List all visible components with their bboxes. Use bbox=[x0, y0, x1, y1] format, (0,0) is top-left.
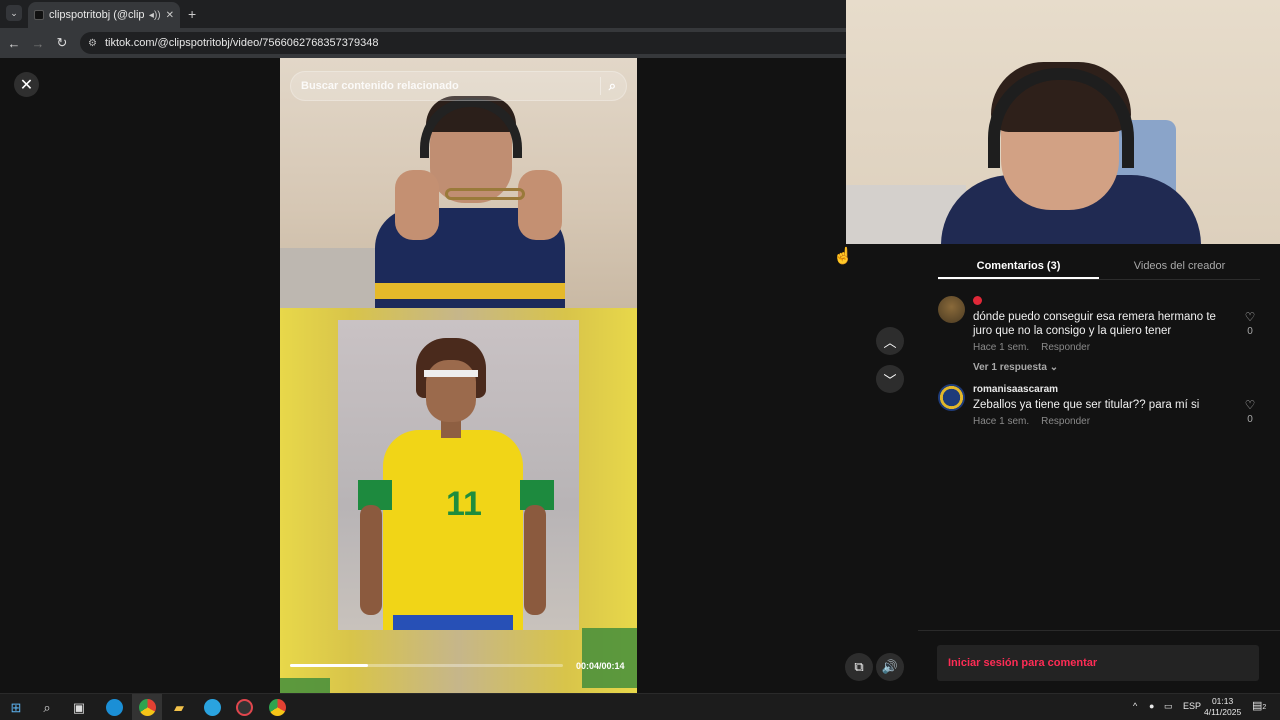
clock[interactable]: 01:13 4/11/2025 bbox=[1204, 696, 1241, 718]
tab-search-button[interactable]: ⌄ bbox=[6, 5, 22, 21]
chevron-down-icon: ﹀ bbox=[883, 372, 897, 388]
headband bbox=[424, 370, 478, 377]
address-toolbar: ← → ↻ ⚙ tiktok.com/@clipspotritobj/video… bbox=[0, 28, 846, 58]
new-tab-button[interactable]: + bbox=[188, 6, 196, 22]
comment-meta: Hace 1 sem. Responder bbox=[973, 342, 1238, 353]
notification-count: 2 bbox=[1262, 704, 1267, 711]
network-icon[interactable]: ▭ bbox=[1164, 701, 1173, 712]
panel-tabs: Comentarios (3) Videos del creador bbox=[938, 244, 1260, 280]
like-count: 0 bbox=[1247, 414, 1253, 425]
edge-icon[interactable] bbox=[106, 699, 123, 716]
like-button[interactable]: ♡ 0 bbox=[1240, 310, 1260, 337]
address-bar[interactable]: ⚙ tiktok.com/@clipspotritobj/video/75660… bbox=[80, 32, 846, 54]
view-replies-label: Ver 1 respuesta bbox=[973, 362, 1047, 373]
speaker-icon[interactable]: ◂)) bbox=[149, 10, 161, 21]
comment-body: dónde puedo conseguir esa remera hermano… bbox=[973, 296, 1238, 373]
telegram-icon[interactable] bbox=[204, 699, 221, 716]
left-hand bbox=[395, 170, 439, 240]
video-player[interactable]: 11 Buscar contenido relacionado ⌕ 00:04/… bbox=[280, 58, 637, 693]
clock-date: 4/11/2025 bbox=[1204, 707, 1242, 717]
arm-right bbox=[524, 505, 546, 615]
chevron-up-icon: ︿ bbox=[883, 334, 897, 350]
webcam-overlay bbox=[846, 0, 1280, 244]
volume-button[interactable]: 🔊 bbox=[876, 653, 904, 681]
search-divider bbox=[599, 77, 601, 95]
chrome-profile-icon[interactable] bbox=[269, 699, 286, 716]
notifications-icon[interactable]: ▤2 bbox=[1252, 699, 1266, 712]
chevron-down-icon: ⌄ bbox=[1049, 362, 1059, 373]
avatar[interactable] bbox=[938, 384, 965, 411]
comment-time: Hace 1 sem. bbox=[973, 342, 1030, 353]
tab-creator-videos[interactable]: Videos del creador bbox=[1099, 244, 1260, 279]
comment-text: dónde puedo conseguir esa remera hermano… bbox=[973, 311, 1216, 337]
browser-tab-bar: ⌄ clipspotritobj (@clipspotrit ◂)) ✕ + bbox=[0, 0, 846, 28]
tab-comments[interactable]: Comentarios (3) bbox=[938, 244, 1099, 279]
tiktok-favicon-icon bbox=[34, 10, 44, 20]
brazil-shirt bbox=[383, 430, 523, 630]
task-view-icon[interactable]: ▣ bbox=[68, 698, 90, 718]
player-shorts bbox=[393, 615, 513, 630]
site-info-icon[interactable]: ⚙ bbox=[88, 38, 97, 49]
comment-login-bar: Iniciar sesión para comentar bbox=[918, 630, 1280, 693]
user-badge-icon bbox=[973, 296, 982, 305]
blurred-sleeve-right bbox=[582, 628, 637, 688]
float-player-button[interactable]: ⧉ bbox=[845, 653, 873, 681]
language-indicator[interactable]: ESP bbox=[1183, 701, 1201, 711]
heart-icon: ♡ bbox=[1244, 310, 1256, 324]
progress-bar[interactable] bbox=[290, 664, 563, 667]
volume-icon: 🔊 bbox=[881, 659, 899, 674]
blurred-sleeve-left bbox=[280, 678, 330, 693]
url-text: tiktok.com/@clipspotritobj/video/7566062… bbox=[104, 37, 379, 49]
comment-username[interactable]: romanisaascaram bbox=[973, 384, 1238, 397]
comment-time: Hace 1 sem. bbox=[973, 416, 1030, 427]
microphone-icon[interactable]: ● bbox=[1149, 701, 1154, 711]
login-to-comment-button[interactable]: Iniciar sesión para comentar bbox=[937, 645, 1259, 681]
right-hand bbox=[518, 170, 562, 240]
like-count: 0 bbox=[1247, 326, 1253, 337]
shirt-stripe bbox=[375, 283, 565, 299]
glasses bbox=[445, 188, 525, 200]
avatar[interactable] bbox=[938, 296, 965, 323]
reload-icon[interactable]: ↻ bbox=[50, 35, 74, 51]
search-icon[interactable]: ⌕ bbox=[36, 698, 58, 718]
video-time: 00:04/00:14 bbox=[576, 661, 625, 671]
forward-icon[interactable]: → bbox=[26, 36, 50, 51]
screen: ⌄ clipspotritobj (@clipspotrit ◂)) ✕ + ←… bbox=[0, 0, 1280, 720]
chrome-icon[interactable] bbox=[139, 699, 156, 716]
hand-cursor-icon: ☝ bbox=[833, 248, 853, 265]
tab-title: clipspotritobj (@clipspotrit bbox=[49, 9, 144, 21]
windows-taskbar: ⊞ ⌕ ▣ ▰ ^ ● ▭ ESP 01:13 4/11/2025 ▤2 bbox=[0, 693, 1280, 720]
file-explorer-icon[interactable]: ▰ bbox=[168, 698, 190, 718]
comment-meta: Hace 1 sem. Responder bbox=[973, 416, 1238, 427]
player-photo: 11 bbox=[338, 320, 579, 630]
mini-player-icon: ⧉ bbox=[854, 659, 864, 674]
progress-fill bbox=[290, 664, 368, 667]
back-icon[interactable]: ← bbox=[2, 36, 26, 51]
search-icon[interactable]: ⌕ bbox=[609, 78, 616, 94]
arm-left bbox=[360, 505, 382, 615]
close-tab-icon[interactable]: ✕ bbox=[166, 10, 174, 21]
heart-icon: ♡ bbox=[1244, 398, 1256, 412]
next-video-button[interactable]: ﹀ bbox=[876, 365, 904, 393]
like-button[interactable]: ♡ 0 bbox=[1240, 398, 1260, 425]
jersey-number: 11 bbox=[446, 485, 482, 523]
chevron-up-icon[interactable]: ^ bbox=[1133, 701, 1137, 711]
search-placeholder: Buscar contenido relacionado bbox=[301, 80, 459, 92]
reply-button[interactable]: Responder bbox=[1041, 416, 1090, 427]
comments-panel: Comentarios (3) Videos del creador dónde… bbox=[918, 244, 1280, 693]
comment-text: Zeballos ya tiene que ser titular?? para… bbox=[973, 399, 1200, 411]
browser-tab[interactable]: clipspotritobj (@clipspotrit ◂)) ✕ bbox=[28, 2, 180, 28]
reply-button[interactable]: Responder bbox=[1041, 342, 1090, 353]
windows-start-icon[interactable]: ⊞ bbox=[5, 698, 27, 718]
view-replies-button[interactable]: Ver 1 respuesta ⌄ bbox=[973, 362, 1238, 373]
obs-icon[interactable] bbox=[236, 699, 253, 716]
comment-body: romanisaascaram Zeballos ya tiene que se… bbox=[973, 384, 1238, 427]
related-search-input[interactable]: Buscar contenido relacionado ⌕ bbox=[290, 71, 627, 101]
comment-user[interactable] bbox=[973, 296, 1238, 309]
previous-video-button[interactable]: ︿ bbox=[876, 327, 904, 355]
close-icon: ✕ bbox=[19, 76, 34, 94]
clock-time: 01:13 bbox=[1211, 696, 1234, 706]
close-video-button[interactable]: ✕ bbox=[14, 72, 39, 97]
